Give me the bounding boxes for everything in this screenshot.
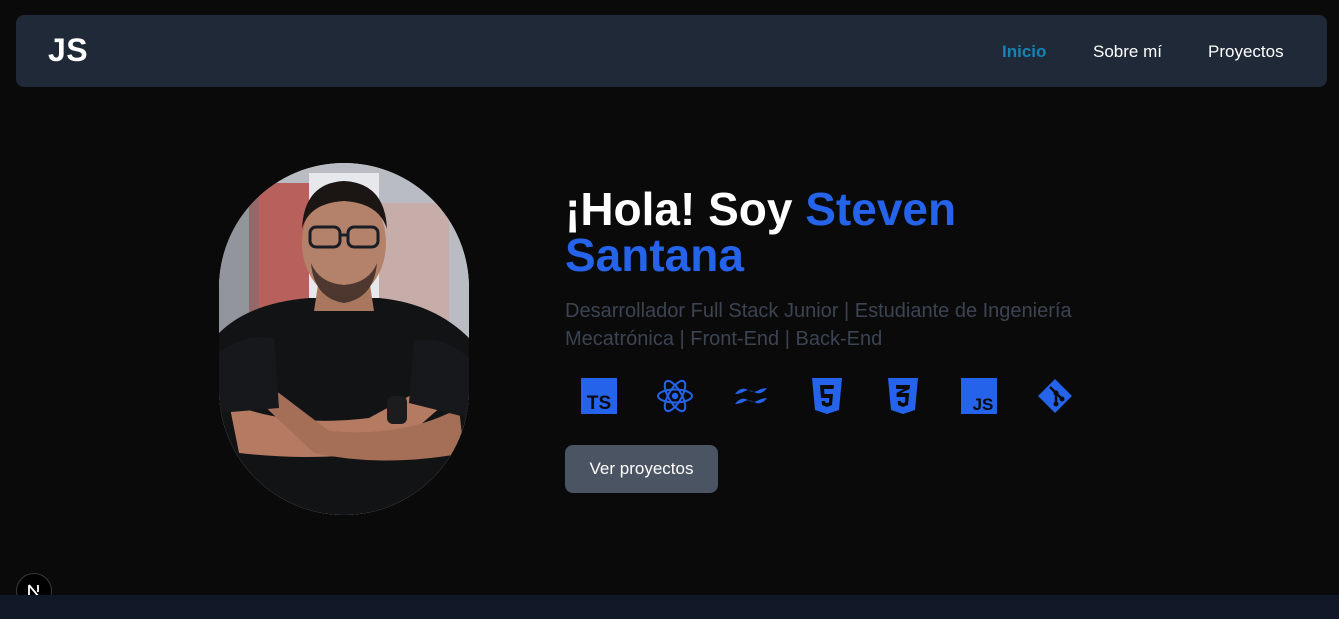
next-section-edge xyxy=(0,595,1339,619)
hero-subtitle: Desarrollador Full Stack Junior | Estudi… xyxy=(565,300,1072,350)
profile-photo xyxy=(219,163,469,515)
react-icon xyxy=(657,379,693,413)
hero-title: ¡Hola! Soy Steven Santana xyxy=(565,186,1125,278)
ver-proyectos-button[interactable]: Ver proyectos xyxy=(565,445,718,493)
css3-icon xyxy=(888,378,918,414)
nav-link-sobre-mi[interactable]: Sobre mí xyxy=(1093,42,1162,62)
nav-link-inicio[interactable]: Inicio xyxy=(1002,42,1046,62)
logo[interactable]: JS xyxy=(48,32,88,69)
html5-icon xyxy=(812,378,842,414)
svg-text:TS: TS xyxy=(587,393,611,414)
svg-text:JS: JS xyxy=(973,395,994,414)
navbar: JS Inicio Sobre mí Proyectos xyxy=(16,15,1327,87)
hero-title-prefix: ¡Hola! Soy xyxy=(565,183,806,235)
git-icon xyxy=(1038,379,1072,413)
nav-link-proyectos[interactable]: Proyectos xyxy=(1208,42,1284,62)
tailwind-icon xyxy=(735,388,767,404)
typescript-icon: TS xyxy=(581,378,617,414)
javascript-icon: JS xyxy=(961,378,997,414)
